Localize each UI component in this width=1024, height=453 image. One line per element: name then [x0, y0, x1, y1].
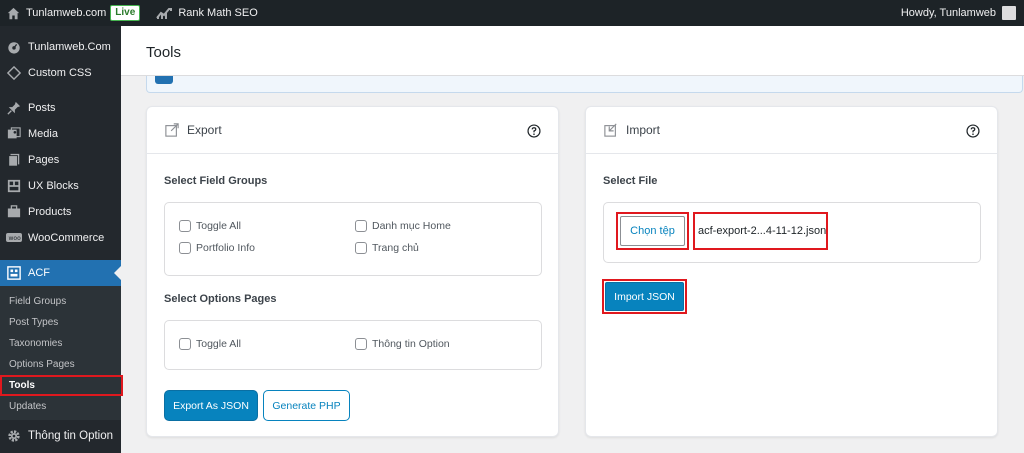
sidebar-item-products[interactable]: Products — [0, 199, 121, 225]
checkbox[interactable] — [179, 242, 191, 254]
checkbox[interactable] — [355, 338, 367, 350]
checkbox-label: Toggle All — [196, 220, 241, 232]
site-name: Tunlamweb.com — [26, 7, 107, 19]
checkbox-label: Toggle All — [196, 338, 241, 350]
css-icon — [6, 65, 22, 81]
admin-sidebar: Tunlamweb.Com Custom CSS Posts Media Pag… — [0, 26, 123, 453]
checkbox-label: Portfolio Info — [196, 242, 255, 254]
checkbox[interactable] — [179, 220, 191, 232]
import-panel-header: Import — [586, 107, 997, 154]
export-panel-header: Export — [147, 107, 558, 154]
checkbox-toggle-all-options[interactable]: Toggle All — [179, 338, 241, 350]
rank-math-link[interactable]: Rank Math SEO — [150, 0, 263, 26]
account-menu[interactable]: Howdy, Tunlamweb — [901, 0, 1016, 26]
avatar — [1002, 6, 1016, 20]
generate-php-button[interactable]: Generate PHP — [263, 390, 350, 421]
checkbox-portfolio-info[interactable]: Portfolio Info — [179, 242, 255, 254]
checkbox[interactable] — [355, 220, 367, 232]
site-home-link[interactable]: Tunlamweb.com Live — [0, 0, 146, 26]
choose-file-button[interactable]: Chọn tệp — [620, 216, 685, 246]
help-icon[interactable] — [966, 124, 980, 141]
page-header: Tools — [121, 26, 1024, 76]
select-options-pages-label: Select Options Pages — [164, 293, 277, 305]
howdy-text: Howdy, Tunlamweb — [900, 7, 996, 19]
submenu-item-taxonomies[interactable]: Taxonomies — [0, 333, 121, 354]
sidebar-item-label: ACF — [28, 267, 50, 279]
export-icon — [165, 123, 179, 137]
export-panel: Export Select Field Groups Toggle All Da… — [146, 106, 559, 437]
checkbox-thong-tin-option[interactable]: Thông tin Option — [355, 338, 450, 350]
selected-file-name: acf-export-2...4-11-12.json — [698, 225, 827, 237]
submenu-item-tools[interactable]: Tools — [0, 375, 123, 396]
sidebar-item-label: Custom CSS — [28, 67, 92, 79]
sidebar-item-acf[interactable]: ACF — [0, 260, 121, 286]
field-groups-box: Toggle All Danh mục Home Portfolio Info … — [164, 202, 542, 276]
checkbox-label: Danh mục Home — [372, 220, 451, 232]
checkbox-label: Trang chủ — [372, 242, 419, 254]
sidebar-item-media[interactable]: Media — [0, 121, 121, 147]
rank-math-icon — [156, 8, 173, 19]
sidebar-item-label: Thông tin Option — [28, 430, 114, 442]
media-icon — [6, 126, 22, 142]
sidebar-item-posts[interactable]: Posts — [0, 95, 121, 121]
sidebar-item-label: Tunlamweb.Com — [28, 41, 111, 53]
select-field-groups-label: Select Field Groups — [164, 175, 268, 187]
page-title: Tools — [146, 44, 182, 61]
export-json-button[interactable]: Export As JSON — [164, 390, 258, 421]
sidebar-item-label: Products — [28, 206, 72, 218]
submenu-item-post-types[interactable]: Post Types — [0, 312, 121, 333]
checkbox-trang-chu[interactable]: Trang chủ — [355, 242, 419, 254]
live-badge: Live — [110, 5, 141, 21]
sidebar-item-label: Pages — [28, 154, 60, 166]
checkbox-label: Thông tin Option — [372, 338, 450, 350]
options-pages-box: Toggle All Thông tin Option — [164, 320, 542, 370]
blocks-icon — [6, 178, 22, 194]
admin-bar: Tunlamweb.com Live Rank Math SEO Howdy, … — [0, 0, 1024, 26]
home-icon — [7, 7, 20, 19]
submenu-item-updates[interactable]: Updates — [0, 396, 121, 417]
select-file-label: Select File — [603, 175, 658, 187]
sidebar-item-woocommerce[interactable]: woo WooCommerce — [0, 225, 121, 251]
gear-icon — [6, 428, 22, 444]
checkbox[interactable] — [179, 338, 191, 350]
sidebar-item-label: Media — [28, 128, 58, 140]
rank-math-label: Rank Math SEO — [178, 7, 258, 19]
sidebar-item-custom-css[interactable]: Custom CSS — [0, 60, 121, 86]
import-title: Import — [626, 123, 661, 137]
products-icon — [6, 204, 22, 220]
submenu-item-field-groups[interactable]: Field Groups — [0, 291, 121, 312]
export-title: Export — [187, 123, 222, 137]
checkbox-toggle-all-fields[interactable]: Toggle All — [179, 220, 241, 232]
import-json-button[interactable]: Import JSON — [605, 282, 684, 311]
sidebar-item-ux-blocks[interactable]: UX Blocks — [0, 173, 121, 199]
sidebar-item-pages[interactable]: Pages — [0, 147, 121, 173]
dashboard-icon — [6, 39, 22, 55]
help-icon[interactable] — [527, 124, 541, 141]
woo-icon: woo — [6, 230, 22, 246]
acf-submenu: Field Groups Post Types Taxonomies Optio… — [0, 286, 123, 420]
sidebar-item-label: Posts — [28, 102, 56, 114]
sidebar-item-label: UX Blocks — [28, 180, 79, 192]
submenu-item-options-pages[interactable]: Options Pages — [0, 354, 121, 375]
pages-icon — [6, 152, 22, 168]
sidebar-item-thong-tin-option[interactable]: Thông tin Option — [0, 423, 121, 449]
checkbox-danh-muc-home[interactable]: Danh mục Home — [355, 220, 451, 232]
sidebar-item-label: WooCommerce — [28, 232, 105, 244]
import-icon — [604, 123, 618, 137]
svg-text:woo: woo — [9, 235, 22, 242]
notice-banner — [146, 76, 1023, 93]
pin-icon — [6, 100, 22, 116]
checkbox[interactable] — [355, 242, 367, 254]
notice-badge — [155, 76, 173, 84]
acf-icon — [6, 265, 22, 281]
import-panel: Import Select File Chọn tệp acf-export-2… — [585, 106, 998, 437]
sidebar-item-dashboard[interactable]: Tunlamweb.Com — [0, 34, 121, 60]
